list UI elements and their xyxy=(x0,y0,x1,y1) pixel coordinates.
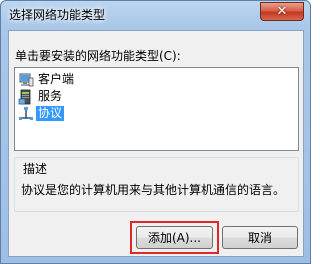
description-text: 协议是您的计算机用来与其他计算机通信的语言。 xyxy=(21,183,286,197)
description-title: 描述 xyxy=(20,160,51,177)
feature-type-list[interactable]: 客户端 服务 协议 xyxy=(14,67,299,151)
protocol-icon xyxy=(18,106,34,122)
close-button[interactable]: ✕ xyxy=(260,2,304,21)
dialog-window: 选择网络功能类型 ✕ 单击要安装的网络功能类型(C): 客户端 服务 协议 描述… xyxy=(0,0,311,264)
list-item-label: 协议 xyxy=(36,106,65,121)
client-computer-icon xyxy=(18,72,34,88)
dialog-body: 单击要安装的网络功能类型(C): 客户端 服务 协议 描述 协议是您的计算机用来… xyxy=(8,30,304,257)
list-item-service[interactable]: 服务 xyxy=(18,88,64,105)
window-title: 选择网络功能类型 xyxy=(9,8,106,22)
cancel-button[interactable]: 取消 xyxy=(222,226,298,249)
description-group: 描述 协议是您的计算机用来与其他计算机通信的语言。 xyxy=(14,157,299,212)
add-button[interactable]: 添加(A)... xyxy=(136,226,213,249)
title-bar[interactable]: 选择网络功能类型 ✕ xyxy=(1,1,310,29)
prompt-label: 单击要安装的网络功能类型(C): xyxy=(15,49,181,63)
list-item-label: 服务 xyxy=(38,89,63,103)
service-icon xyxy=(18,89,34,105)
list-item-protocol[interactable]: 协议 xyxy=(18,105,65,122)
list-item-label: 客户端 xyxy=(38,72,75,86)
close-icon: ✕ xyxy=(276,4,288,19)
list-item-client[interactable]: 客户端 xyxy=(18,71,76,88)
